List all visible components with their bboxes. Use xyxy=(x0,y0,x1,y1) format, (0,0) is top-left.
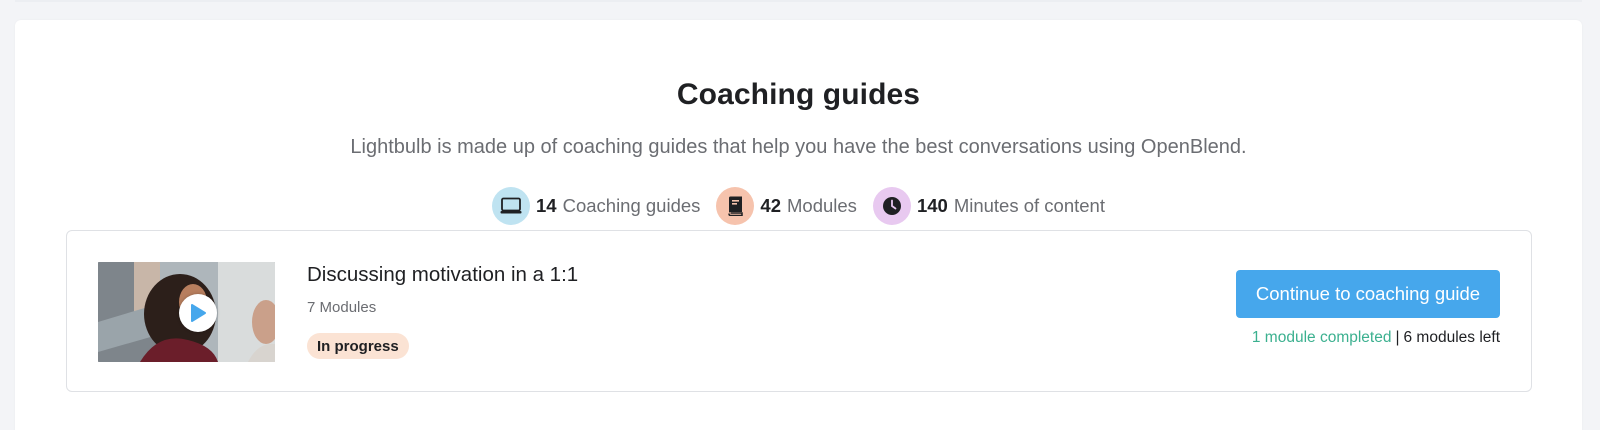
continue-button[interactable]: Continue to coaching guide xyxy=(1236,270,1500,318)
status-badge: In progress xyxy=(307,333,409,359)
guide-row[interactable]: Discussing motivation in a 1:1 7 Modules… xyxy=(66,230,1532,392)
progress-separator: | xyxy=(1395,329,1400,346)
remaining-modules-text: 6 modules left xyxy=(1403,329,1501,346)
clock-icon xyxy=(872,187,911,225)
stat-modules: 42 Modules xyxy=(716,187,857,225)
guide-module-count: 7 Modules xyxy=(307,299,377,316)
page-subtitle: Lightbulb is made up of coaching guides … xyxy=(350,136,1247,158)
stat-label: Minutes of content xyxy=(953,195,1105,216)
module-progress: 1 module completed | 6 modules left xyxy=(1252,329,1500,347)
stat-label: Modules xyxy=(787,195,857,216)
stat-value: 42 xyxy=(760,195,781,216)
guide-thumbnail[interactable] xyxy=(98,262,275,362)
stat-minutes: 140 Minutes of content xyxy=(872,187,1105,225)
stat-coaching-guides: 14 Coaching guides xyxy=(492,187,700,225)
guide-title[interactable]: Discussing motivation in a 1:1 xyxy=(307,263,578,287)
stat-value: 14 xyxy=(536,195,557,216)
page-title: Coaching guides xyxy=(676,78,921,111)
stat-label: Coaching guides xyxy=(562,195,701,216)
stats-row: 14 Coaching guides 42 Modules 140 Minute… xyxy=(15,186,1582,226)
top-divider xyxy=(15,0,1582,2)
completed-modules-text: 1 module completed xyxy=(1251,329,1392,346)
play-icon[interactable] xyxy=(179,294,217,332)
book-icon xyxy=(716,187,755,225)
monitor-icon xyxy=(492,187,531,225)
stat-value: 140 xyxy=(916,195,948,216)
